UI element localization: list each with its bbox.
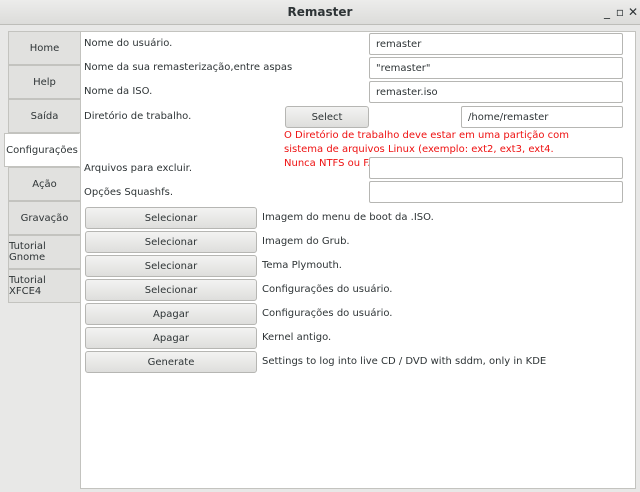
tab-acao[interactable]: Ação [8,167,81,201]
old-kernel-description: Kernel antigo. [262,332,332,343]
workdir-input[interactable] [461,106,623,128]
delete-user-config-button[interactable]: Apagar [85,303,257,325]
select-grub-image-button[interactable]: Selecionar [85,231,257,253]
close-icon[interactable]: ✕ [624,3,640,21]
user-config-delete-description: Configurações do usuário. [262,308,393,319]
user-config-select-description: Configurações do usuário. [262,284,393,295]
tab-configuracoes[interactable]: Configurações [4,133,80,167]
tab-tutorial-xfce4[interactable]: Tutorial XFCE4 [8,269,81,303]
iso-name-label: Nome da ISO. [84,86,153,97]
iso-name-input[interactable] [369,81,623,103]
select-boot-image-button[interactable]: Selecionar [85,207,257,229]
window-title: Remaster [287,5,353,19]
exclude-input[interactable] [369,157,623,179]
tab-tutorial-gnome[interactable]: Tutorial Gnome [8,235,81,269]
delete-old-kernel-button[interactable]: Apagar [85,327,257,349]
exclude-label: Arquivos para excluir. [84,163,193,174]
boot-image-description: Imagem do menu de boot da .ISO. [262,212,434,223]
plymouth-theme-description: Tema Plymouth. [262,260,342,271]
workdir-label: Diretório de trabalho. [84,111,192,122]
username-input[interactable] [369,33,623,55]
configuracoes-panel: Nome do usuário. Nome da sua remasteriza… [80,31,636,489]
username-label: Nome do usuário. [84,38,173,49]
remaster-name-label: Nome da sua remasterização,entre aspas [84,62,293,73]
tab-home[interactable]: Home [8,31,81,65]
tab-gravacao[interactable]: Gravação [8,201,81,235]
tab-help[interactable]: Help [8,65,81,99]
remaster-name-input[interactable] [369,57,623,79]
squashfs-label: Opções Squashfs. [84,187,173,198]
title-bar[interactable]: Remaster _ ▫ ✕ [0,0,640,25]
workdir-select-button[interactable]: Select [285,106,369,128]
remaster-window: Remaster _ ▫ ✕ Home Help Saída Configura… [0,0,640,492]
tab-saida[interactable]: Saída [8,99,81,133]
select-user-config-button[interactable]: Selecionar [85,279,257,301]
sddm-description: Settings to log into live CD / DVD with … [262,356,547,367]
select-plymouth-theme-button[interactable]: Selecionar [85,255,257,277]
squashfs-input[interactable] [369,181,623,203]
generate-sddm-button[interactable]: Generate [85,351,257,373]
grub-image-description: Imagem do Grub. [262,236,350,247]
